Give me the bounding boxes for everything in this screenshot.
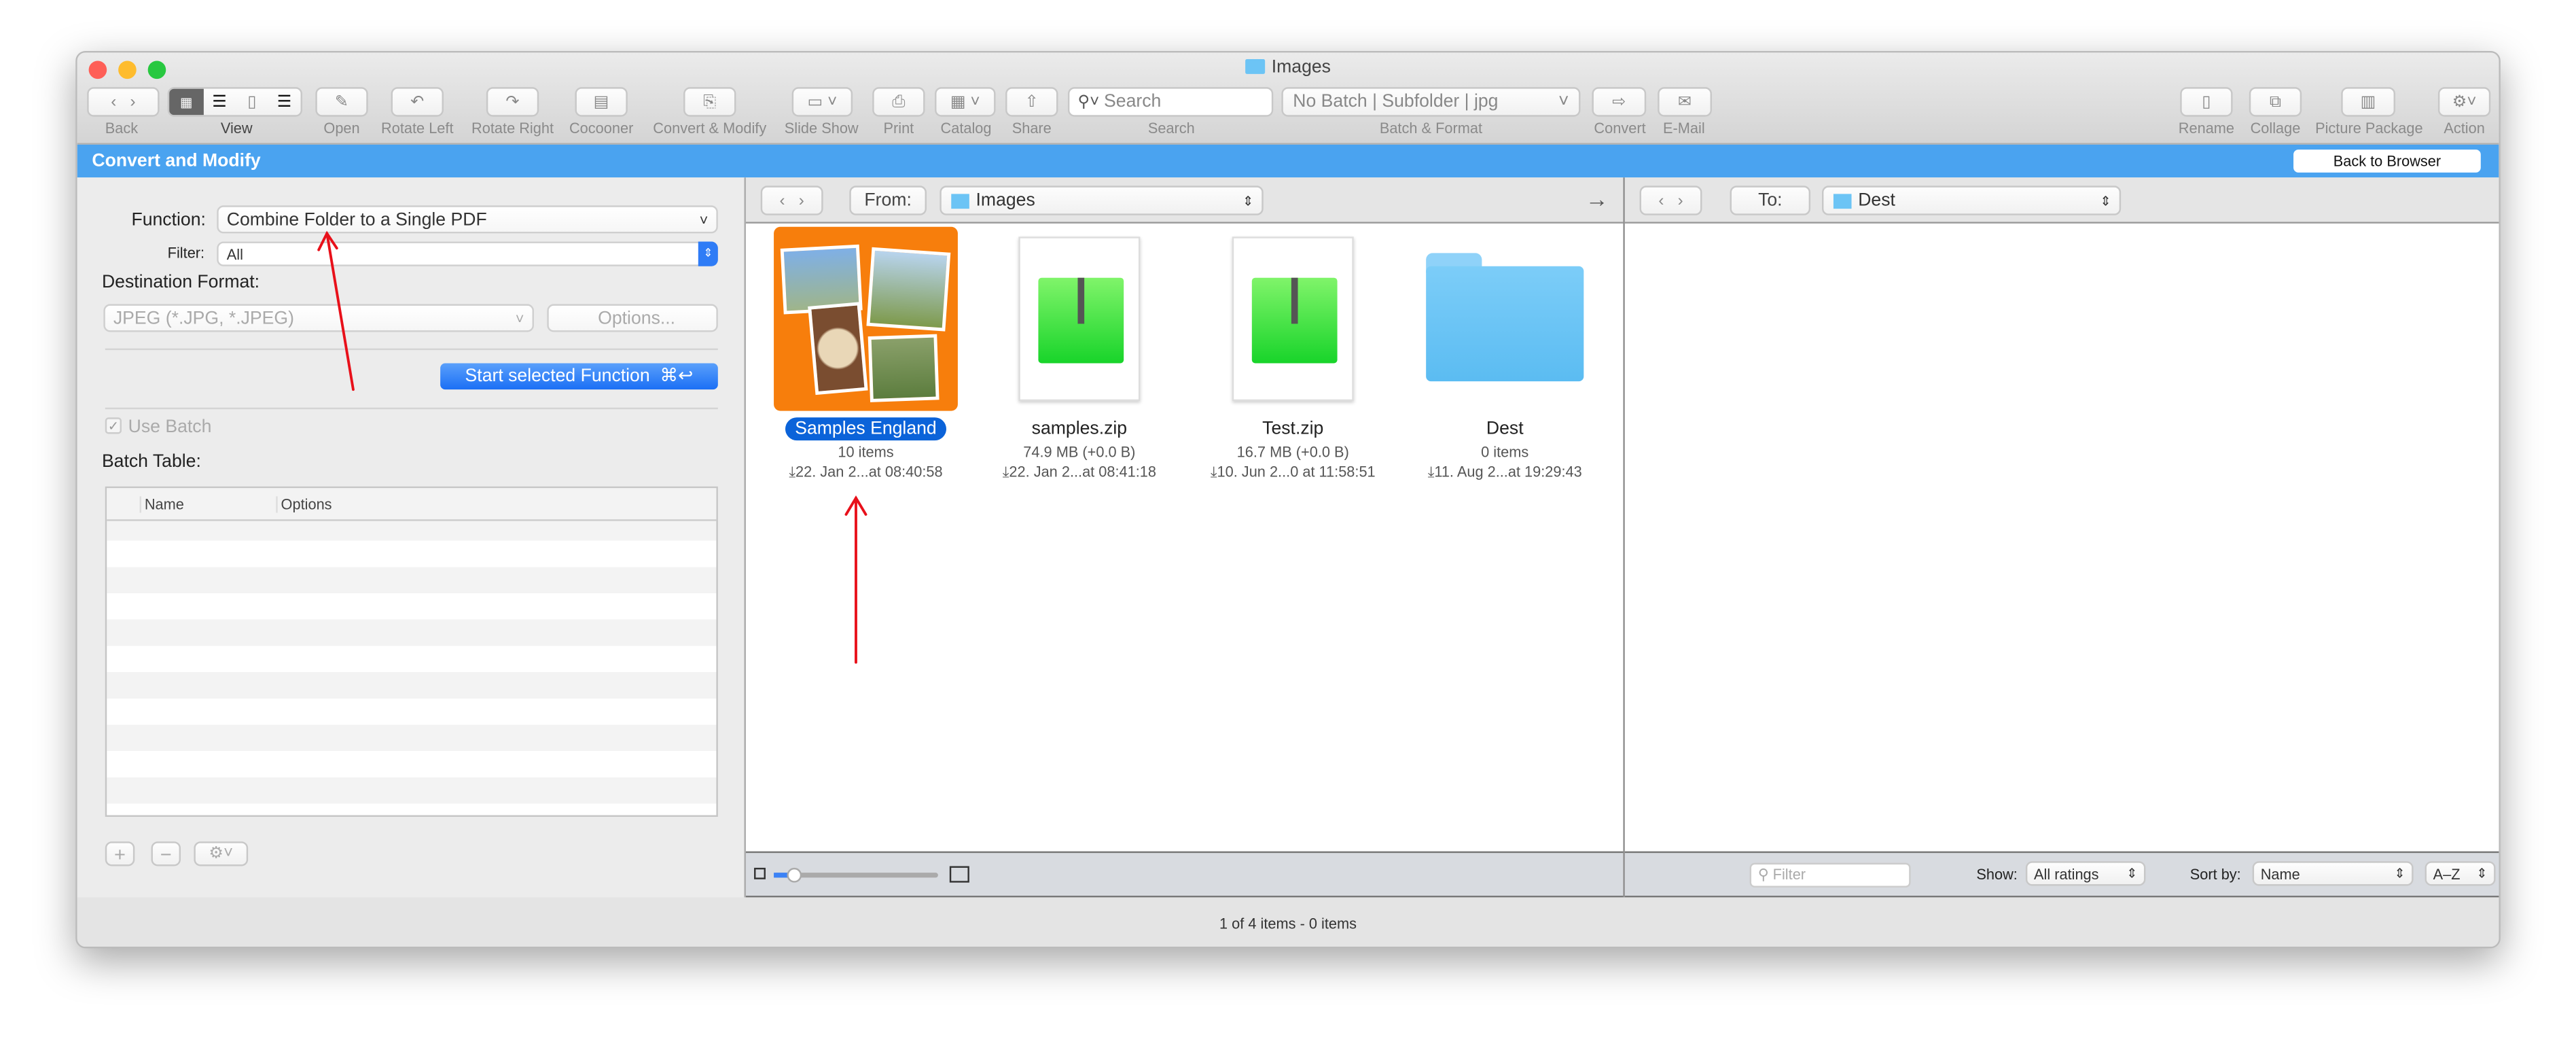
annotation-arrow [844, 495, 867, 664]
annotation-overlay [317, 230, 867, 664]
annotation-arrow [317, 230, 355, 391]
